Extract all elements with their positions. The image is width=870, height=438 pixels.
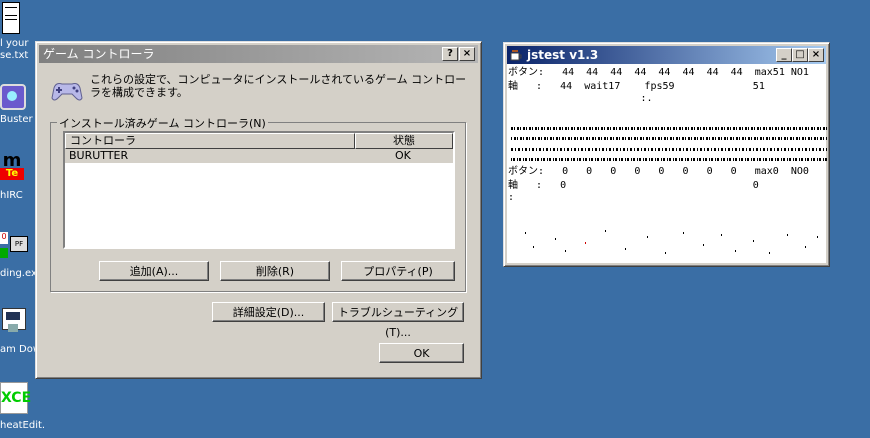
- jstest-output: ボタン: 44 44 44 44 44 44 44 44 max51 NO1 軸…: [507, 64, 827, 264]
- desktop-icon-label: heatEdit...: [0, 420, 44, 431]
- minimize-button[interactable]: _: [776, 48, 792, 62]
- button-values-line-2: ボタン: 0 0 0 0 0 0 0 0 max0 NO0: [508, 166, 809, 177]
- app-icon: [0, 84, 26, 110]
- advanced-button[interactable]: 詳細設定(D)...: [212, 302, 325, 322]
- desktop-icon-cheat-edit[interactable]: XCE heatEdit...: [0, 382, 44, 434]
- indicator-line-2: :: [508, 192, 515, 203]
- download-icon: [0, 306, 26, 336]
- maximize-button[interactable]: □: [792, 48, 808, 62]
- axis-values-line-2: 軸 : 0 0: [508, 180, 759, 191]
- dialog-title: ゲーム コントローラ: [43, 47, 155, 61]
- mirc-icon: m Te: [0, 152, 24, 182]
- app-icon: 0 PF: [0, 232, 28, 258]
- ok-button[interactable]: OK: [379, 343, 464, 363]
- jstest-window: jstest v1.3 _ □ × ボタン: 44 44 44 44 44 44…: [503, 42, 830, 267]
- gamepad-icon: [50, 80, 84, 104]
- controller-status: OK: [395, 149, 411, 162]
- game-controller-dialog: ゲーム コントローラ ? × これらの設定で、コンピュータにインストールされてい…: [35, 41, 482, 379]
- group-label: インストール済みゲーム コントローラ(N): [57, 115, 268, 131]
- text-file-icon: [2, 2, 20, 34]
- close-button[interactable]: ×: [459, 47, 475, 61]
- signal-strip: [511, 158, 827, 161]
- add-button[interactable]: 追加(A)...: [99, 261, 209, 281]
- controller-list[interactable]: コントローラ 状態 BURUTTER OK: [63, 131, 455, 249]
- column-header-status[interactable]: 状態: [355, 133, 453, 149]
- controller-name: BURUTTER: [69, 149, 129, 162]
- properties-button[interactable]: プロパティ(P): [341, 261, 455, 281]
- axis-values-line: 軸 : 44 wait17 fps59 51: [508, 81, 765, 92]
- cheat-edit-icon: XCE: [0, 382, 31, 414]
- jstest-title: jstest v1.3: [527, 48, 599, 62]
- scatter-dots: [507, 224, 826, 264]
- installed-controllers-group: インストール済みゲーム コントローラ(N) コントローラ 状態 BURUTTER…: [50, 115, 466, 292]
- close-button[interactable]: ×: [808, 48, 824, 62]
- signal-strip: [511, 137, 827, 140]
- dialog-description: これらの設定で、コンピュータにインストールされているゲーム コントローラを構成で…: [90, 73, 467, 99]
- help-button[interactable]: ?: [442, 47, 458, 61]
- indicator-line: :.: [508, 93, 653, 104]
- signal-strip: [511, 148, 827, 151]
- button-values-line: ボタン: 44 44 44 44 44 44 44 44 max51 NO1: [508, 67, 809, 78]
- dialog-titlebar[interactable]: ゲーム コントローラ ? ×: [39, 45, 478, 63]
- remove-button[interactable]: 削除(R): [220, 261, 330, 281]
- column-header-controller[interactable]: コントローラ: [65, 133, 355, 149]
- jstest-titlebar[interactable]: jstest v1.3 _ □ ×: [507, 46, 826, 64]
- signal-strip: [511, 127, 827, 130]
- troubleshoot-button[interactable]: トラブルシューティング(T)...: [332, 302, 464, 339]
- table-row[interactable]: BURUTTER OK: [65, 149, 453, 163]
- coffee-cup-icon: [510, 48, 522, 61]
